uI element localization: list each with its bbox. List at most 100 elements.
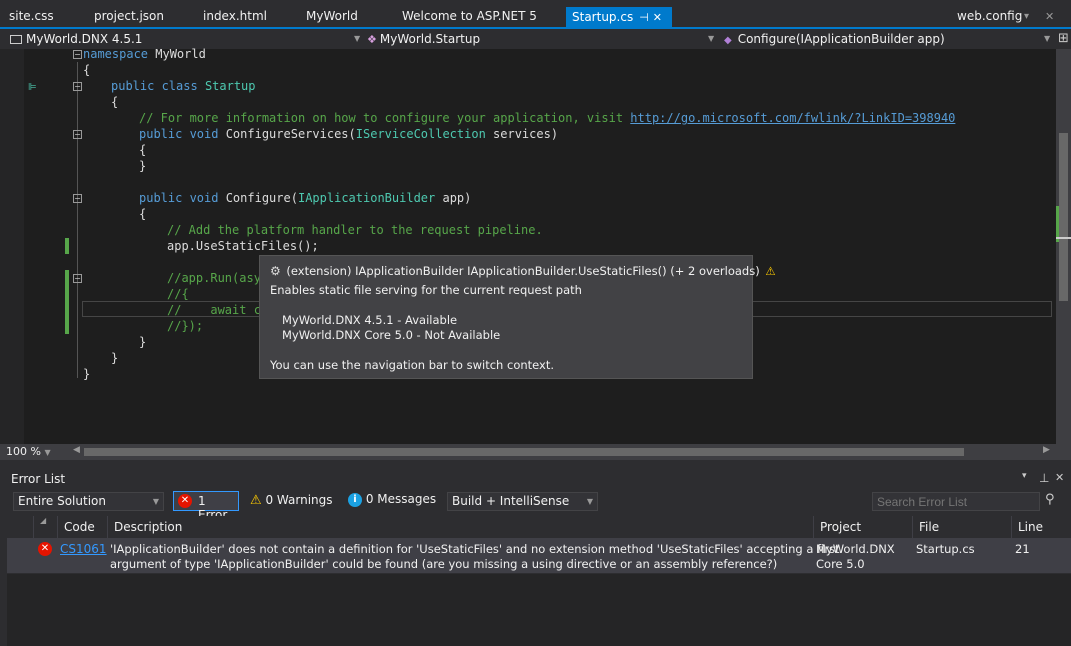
error-description: argument of type 'IApplicationBuilder' c…: [110, 557, 778, 571]
tab-dropdown-icon[interactable]: ▾: [1024, 6, 1029, 27]
error-code-link[interactable]: CS1061: [60, 542, 107, 556]
code-line: //});: [167, 319, 204, 333]
code-line: {: [139, 207, 147, 221]
indent-guide: [77, 94, 78, 95]
caret-marker: [1056, 237, 1071, 239]
tab-web-config[interactable]: web.config: [957, 6, 1022, 27]
code-line: // Add the platform handler to the reque…: [167, 223, 543, 237]
class-outline-icon: ⊫: [28, 82, 37, 93]
chevron-down-icon: ▼: [708, 34, 715, 43]
class-label: MyWorld.Startup: [379, 32, 481, 46]
warnings-toggle[interactable]: ⚠ 0 Warnings: [250, 493, 333, 508]
scope-label: Solution: [57, 494, 106, 508]
tab-welcome[interactable]: Welcome to ASP.NET 5: [402, 6, 537, 27]
close-icon[interactable]: ✕: [1055, 471, 1064, 484]
error-description: 'IApplicationBuilder' does not contain a…: [110, 542, 840, 556]
class-icon: ❖: [367, 33, 377, 46]
csharp-project-icon: [10, 35, 22, 44]
dropdown-icon[interactable]: ▾: [1022, 471, 1027, 481]
tab-project-json[interactable]: project.json: [94, 6, 164, 27]
vertical-scroll-thumb[interactable]: [1059, 133, 1068, 301]
class-dropdown[interactable]: ❖ MyWorld.Startup: [367, 30, 480, 48]
search-error-list-input[interactable]: [872, 492, 1040, 511]
horizontal-scroll-thumb[interactable]: [84, 448, 964, 456]
scroll-left-icon[interactable]: ◀: [73, 445, 80, 455]
build-filter-label: Build + IntelliSense: [452, 494, 570, 508]
project-context-label: MyWorld.DNX 4.5.1: [26, 32, 143, 46]
signature-text: IApplicationBuilder IApplicationBuilder.…: [355, 264, 760, 278]
tab-index-html[interactable]: index.html: [203, 6, 267, 27]
error-line: 21: [1015, 542, 1030, 556]
column-project[interactable]: Project: [813, 516, 912, 538]
member-dropdown[interactable]: ◆ Configure(IApplicationBuilder app): [724, 30, 945, 48]
editor-indicator-margin: [0, 49, 24, 444]
messages-label: 0 Messages: [365, 492, 437, 506]
split-icon[interactable]: ⊞: [1058, 30, 1069, 48]
zoom-value: 100 %: [6, 445, 41, 458]
close-icon[interactable]: ✕: [1045, 6, 1054, 27]
availability-item: MyWorld.DNX 4.5.1 - Available: [282, 313, 458, 327]
tab-myworld[interactable]: MyWorld: [306, 6, 358, 27]
tab-site-css[interactable]: site.css: [9, 6, 54, 27]
code-editor[interactable]: [0, 49, 1056, 444]
warning-icon: ⚠: [250, 493, 262, 508]
column-line[interactable]: Line: [1011, 516, 1071, 538]
pin-icon[interactable]: ⊣: [639, 11, 653, 24]
error-icon: ✕: [38, 542, 52, 556]
error-list-title: Error List: [11, 472, 66, 486]
code-line: public void ConfigureServices(IServiceCo…: [139, 127, 559, 141]
chevron-down-icon: ▼: [152, 497, 159, 506]
scope-filter[interactable]: Entire Solution ▼: [13, 492, 164, 511]
error-file: Startup.cs: [916, 542, 975, 556]
code-line: }: [139, 335, 147, 349]
document-tab-bar: site.css project.json index.html MyWorld…: [0, 0, 1071, 30]
table-row[interactable]: ✕ CS1061 'IApplicationBuilder' does not …: [7, 539, 1071, 573]
error-project: Core 5.0: [816, 557, 865, 571]
build-filter-dropdown[interactable]: Build + IntelliSense ▼: [447, 492, 598, 511]
collapse-icon[interactable]: −: [73, 194, 82, 203]
code-line: public class Startup: [111, 79, 256, 93]
tab-label: Startup.cs: [572, 10, 634, 24]
close-icon[interactable]: ✕: [653, 11, 666, 24]
code-line: }: [139, 159, 147, 173]
tab-startup-cs[interactable]: Startup.cs ⊣✕: [566, 7, 673, 27]
code-line: namespace MyWorld: [83, 47, 206, 61]
code-line: }: [111, 351, 119, 365]
code-line: app.UseStaticFiles();: [167, 239, 319, 253]
tooltip-description: Enables static file serving for the curr…: [270, 283, 582, 297]
search-icon[interactable]: ⚲: [1045, 492, 1055, 507]
collapse-icon[interactable]: −: [73, 130, 82, 139]
pin-icon[interactable]: ⊥: [1039, 471, 1049, 485]
availability-item: MyWorld.DNX Core 5.0 - Not Available: [282, 328, 501, 342]
quickinfo-tooltip: ⚙ (extension) IApplicationBuilder IAppli…: [259, 255, 776, 379]
collapse-icon[interactable]: −: [73, 274, 82, 283]
fwlink-link[interactable]: http://go.microsoft.com/fwlink/?LinkID=3…: [630, 111, 955, 125]
collapse-icon[interactable]: −: [73, 82, 82, 91]
messages-toggle[interactable]: i 0 Messages: [348, 492, 436, 507]
signature-prefix: (extension): [286, 264, 356, 278]
error-list-empty-area: [7, 574, 1071, 646]
scroll-right-icon[interactable]: ▶: [1043, 445, 1050, 455]
errors-toggle[interactable]: ✕ 1 Error: [173, 491, 239, 522]
code-line: {: [83, 63, 91, 77]
info-icon: i: [348, 492, 362, 507]
code-line: }: [83, 367, 91, 381]
column-code[interactable]: Code: [57, 516, 108, 538]
column-description[interactable]: Description: [107, 516, 814, 538]
error-list-column-header: ◢ Code Description Project File Line: [7, 516, 1071, 539]
chevron-down-icon: ▼: [1044, 34, 1051, 43]
code-line: {: [139, 143, 147, 157]
indent-guide: [77, 62, 78, 378]
error-icon: ✕: [178, 494, 192, 508]
change-indicator: [65, 270, 69, 334]
error-list-header: Error List ▾ ⊥ ✕: [0, 470, 1071, 489]
change-indicator: [65, 238, 69, 254]
error-project: MyWorld.DNX: [816, 542, 895, 556]
member-label: Configure(IApplicationBuilder app): [737, 32, 945, 46]
warning-icon: ⚠: [765, 264, 776, 278]
collapse-icon[interactable]: −: [73, 50, 82, 59]
code-line: // For more information on how to config…: [139, 111, 956, 125]
column-file[interactable]: File: [912, 516, 1011, 538]
zoom-level[interactable]: 100 % ▼: [6, 444, 51, 460]
error-list-toolbar: Entire Solution ▼ ✕ 1 Error ⚠ 0 Warnings …: [0, 489, 1071, 522]
